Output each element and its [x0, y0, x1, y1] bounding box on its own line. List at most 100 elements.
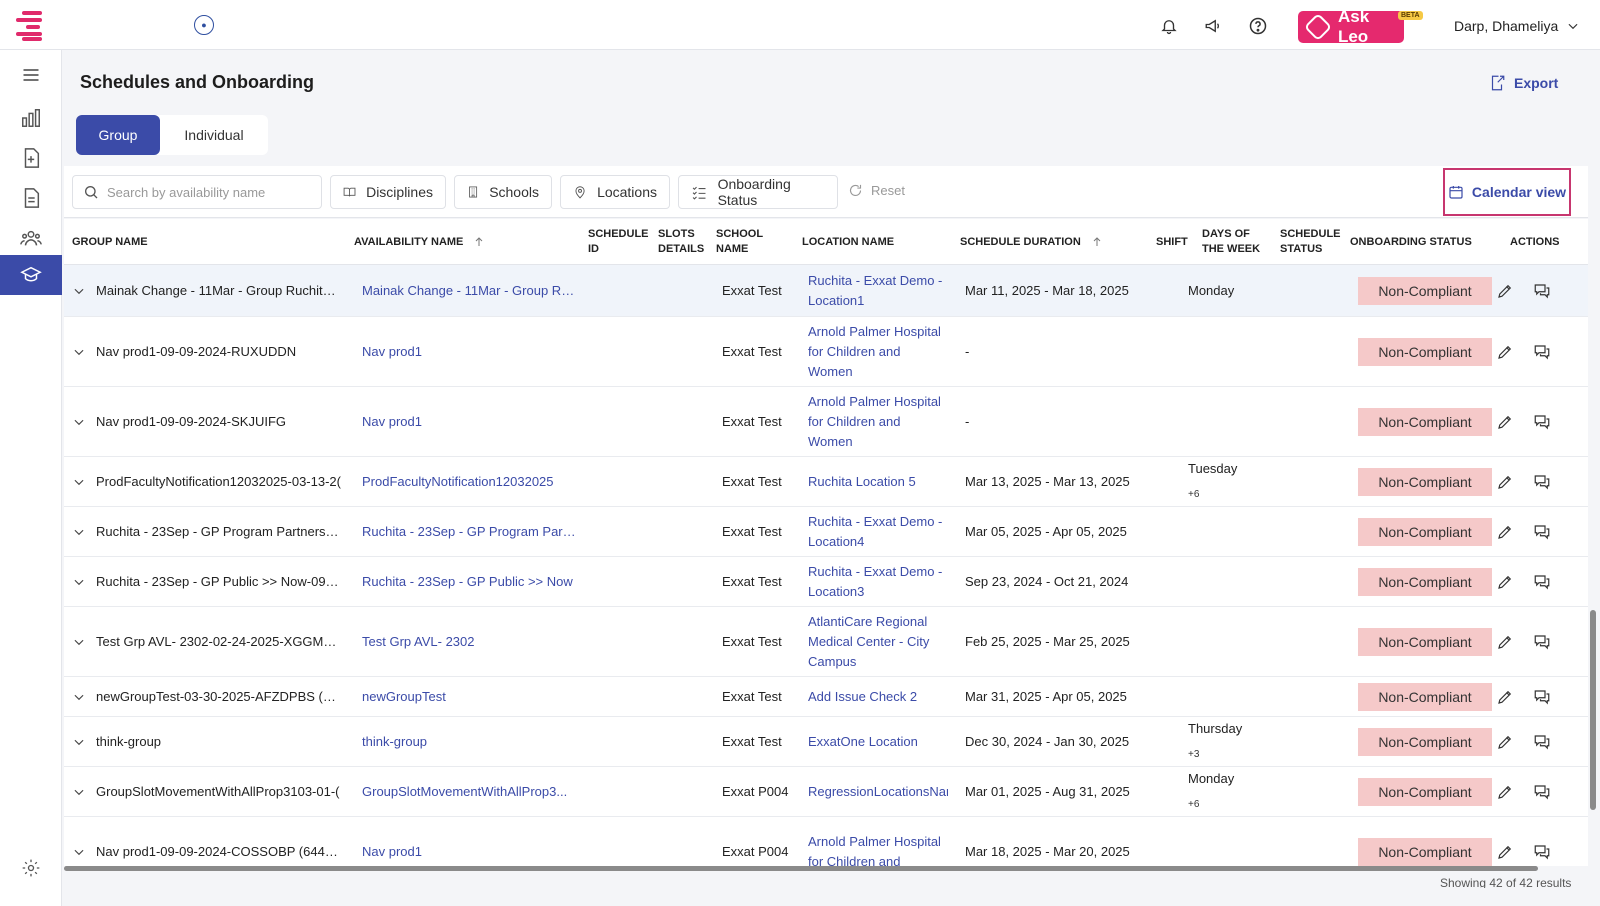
cell-availability-name[interactable]: Mainak Change - 11Mar - Group Ru...	[362, 265, 577, 317]
cell-availability-name[interactable]: Nav prod1	[362, 317, 577, 387]
cell-location-name[interactable]: Add Issue Check 2	[808, 677, 948, 717]
expand-chevron-icon[interactable]	[72, 457, 86, 507]
megaphone-icon[interactable]	[1202, 15, 1224, 37]
column-schedule-status[interactable]: SCHEDULE STATUS	[1280, 219, 1346, 265]
expand-chevron-icon[interactable]	[72, 557, 86, 607]
expand-chevron-icon[interactable]	[72, 817, 86, 866]
table-row[interactable]: Nav prod1-09-09-2024-COSSOBP (6445970 Nav…	[64, 817, 1588, 866]
cell-location-name[interactable]: Ruchita Location 5	[808, 457, 948, 507]
table-row[interactable]: Ruchita - 23Sep - GP Public >> Now-09-23…	[64, 557, 1588, 607]
export-button[interactable]: Export	[1488, 74, 1558, 92]
cell-availability-name[interactable]: think-group	[362, 717, 577, 767]
pencil-icon[interactable]	[1496, 677, 1514, 717]
bell-icon[interactable]	[1158, 15, 1180, 37]
column-availability-name[interactable]: AVAILABILITY NAME	[354, 219, 579, 265]
search-input[interactable]: Search by availability name	[72, 175, 322, 209]
user-menu[interactable]: Darp, Dhameliya	[1454, 18, 1580, 34]
pencil-icon[interactable]	[1496, 387, 1514, 457]
sidebar-item-schedules[interactable]	[0, 255, 62, 295]
comment-icon[interactable]	[1532, 507, 1552, 557]
pencil-icon[interactable]	[1496, 817, 1514, 866]
table-row[interactable]: Nav prod1-09-09-2024-SKJUIFG Nav prod1 Exx…	[64, 387, 1588, 457]
comment-icon[interactable]	[1532, 265, 1552, 317]
pencil-icon[interactable]	[1496, 317, 1514, 387]
cell-availability-name[interactable]: Test Grp AVL- 2302	[362, 607, 577, 677]
comment-icon[interactable]	[1532, 817, 1552, 866]
cell-location-name[interactable]: Arnold Palmer Hospital for Children and …	[808, 387, 948, 457]
cell-location-name[interactable]: Ruchita - Exxat Demo - Location4	[808, 507, 948, 557]
expand-chevron-icon[interactable]	[72, 607, 86, 677]
pencil-icon[interactable]	[1496, 767, 1514, 817]
comment-icon[interactable]	[1532, 717, 1552, 767]
expand-chevron-icon[interactable]	[72, 265, 86, 317]
sidebar-item-analytics[interactable]	[0, 98, 62, 138]
sidebar-item-add-document[interactable]	[0, 138, 62, 178]
column-location-name[interactable]: LOCATION NAME	[802, 219, 942, 265]
cell-availability-name[interactable]: GroupSlotMovementWithAllProp3...	[362, 767, 577, 817]
cell-location-name[interactable]: AtlantiCare Regional Medical Center - Ci…	[808, 607, 948, 677]
table-row[interactable]: Ruchita - 23Sep - GP Program Partners>> …	[64, 507, 1588, 557]
table-row[interactable]: Mainak Change - 11Mar - Group Ruchita-03…	[64, 265, 1588, 317]
cell-availability-name[interactable]: Nav prod1	[362, 817, 577, 866]
onboarding-status-filter-button[interactable]: Onboarding Status	[678, 175, 838, 209]
days-more-badge[interactable]: +6	[1188, 485, 1237, 505]
pencil-icon[interactable]	[1496, 457, 1514, 507]
pencil-icon[interactable]	[1496, 607, 1514, 677]
column-schedule-duration[interactable]: SCHEDULE DURATION	[960, 219, 1150, 265]
comment-icon[interactable]	[1532, 557, 1552, 607]
table-row[interactable]: ProdFacultyNotification12032025-03-13-2(…	[64, 457, 1588, 507]
ask-leo-button[interactable]: Ask Leo	[1298, 7, 1404, 46]
column-onboarding-status[interactable]: ONBOARDING STATUS	[1350, 219, 1490, 265]
cell-availability-name[interactable]: ProdFacultyNotification12032025	[362, 457, 577, 507]
pencil-icon[interactable]	[1496, 507, 1514, 557]
days-more-badge[interactable]: +3	[1188, 745, 1242, 765]
pencil-icon[interactable]	[1496, 717, 1514, 767]
help-icon[interactable]	[1247, 15, 1269, 37]
calendar-view-button[interactable]: Calendar view	[1443, 168, 1571, 216]
cell-location-name[interactable]: RegressionLocationsName3003_change	[808, 767, 948, 817]
column-schedule-id[interactable]: SCHEDULE ID	[588, 219, 649, 265]
cell-location-name[interactable]: Ruchita - Exxat Demo - Location3	[808, 557, 948, 607]
sidebar-item-documents[interactable]	[0, 178, 62, 218]
comment-icon[interactable]	[1532, 387, 1552, 457]
settings-gear-icon[interactable]	[0, 848, 62, 888]
reset-button[interactable]: Reset	[848, 183, 905, 198]
expand-chevron-icon[interactable]	[72, 767, 86, 817]
cell-location-name[interactable]: ExxatOne Location	[808, 717, 948, 767]
comment-icon[interactable]	[1532, 317, 1552, 387]
column-school-name[interactable]: SCHOOL NAME	[716, 219, 774, 265]
expand-chevron-icon[interactable]	[72, 507, 86, 557]
table-row[interactable]: think-group think-group Exxat Test ExxatOne…	[64, 717, 1588, 767]
comment-icon[interactable]	[1532, 767, 1552, 817]
tab-individual[interactable]: Individual	[160, 115, 268, 155]
expand-chevron-icon[interactable]	[72, 387, 86, 457]
cell-location-name[interactable]: Arnold Palmer Hospital for Children and	[808, 817, 948, 866]
column-slots-details[interactable]: SLOTS DETAILS	[658, 219, 708, 265]
locations-filter-button[interactable]: Locations	[560, 175, 670, 209]
menu-icon[interactable]	[0, 55, 62, 95]
horizontal-scrollbar[interactable]	[64, 866, 1538, 871]
comment-icon[interactable]	[1532, 677, 1552, 717]
expand-chevron-icon[interactable]	[72, 317, 86, 387]
cell-availability-name[interactable]: newGroupTest	[362, 677, 577, 717]
cell-location-name[interactable]: Arnold Palmer Hospital for Children and …	[808, 317, 948, 387]
tab-group[interactable]: Group	[76, 115, 160, 155]
schools-filter-button[interactable]: Schools	[454, 175, 552, 209]
column-days-of-week[interactable]: DAYS OF THE WEEK	[1202, 219, 1266, 265]
column-shift[interactable]: SHIFT	[1156, 219, 1196, 265]
disciplines-filter-button[interactable]: Disciplines	[330, 175, 446, 209]
pencil-icon[interactable]	[1496, 557, 1514, 607]
table-row[interactable]: newGroupTest-03-30-2025-AFZDPBS (2790 new…	[64, 677, 1588, 717]
cell-availability-name[interactable]: Nav prod1	[362, 387, 577, 457]
column-group-name[interactable]: GROUP NAME	[72, 219, 342, 265]
days-more-badge[interactable]: +6	[1188, 795, 1234, 815]
expand-chevron-icon[interactable]	[72, 677, 86, 717]
vertical-scrollbar[interactable]	[1590, 610, 1596, 810]
comment-icon[interactable]	[1532, 457, 1552, 507]
table-row[interactable]: GroupSlotMovementWithAllProp3103-01-(Gro…	[64, 767, 1588, 817]
table-row[interactable]: Test Grp AVL- 2302-02-24-2025-XGGMPYS (4…	[64, 607, 1588, 677]
cell-availability-name[interactable]: Ruchita - 23Sep - GP Program Part...	[362, 507, 577, 557]
cell-availability-name[interactable]: Ruchita - 23Sep - GP Public >> Now	[362, 557, 577, 607]
comment-icon[interactable]	[1532, 607, 1552, 677]
pencil-icon[interactable]	[1496, 265, 1514, 317]
